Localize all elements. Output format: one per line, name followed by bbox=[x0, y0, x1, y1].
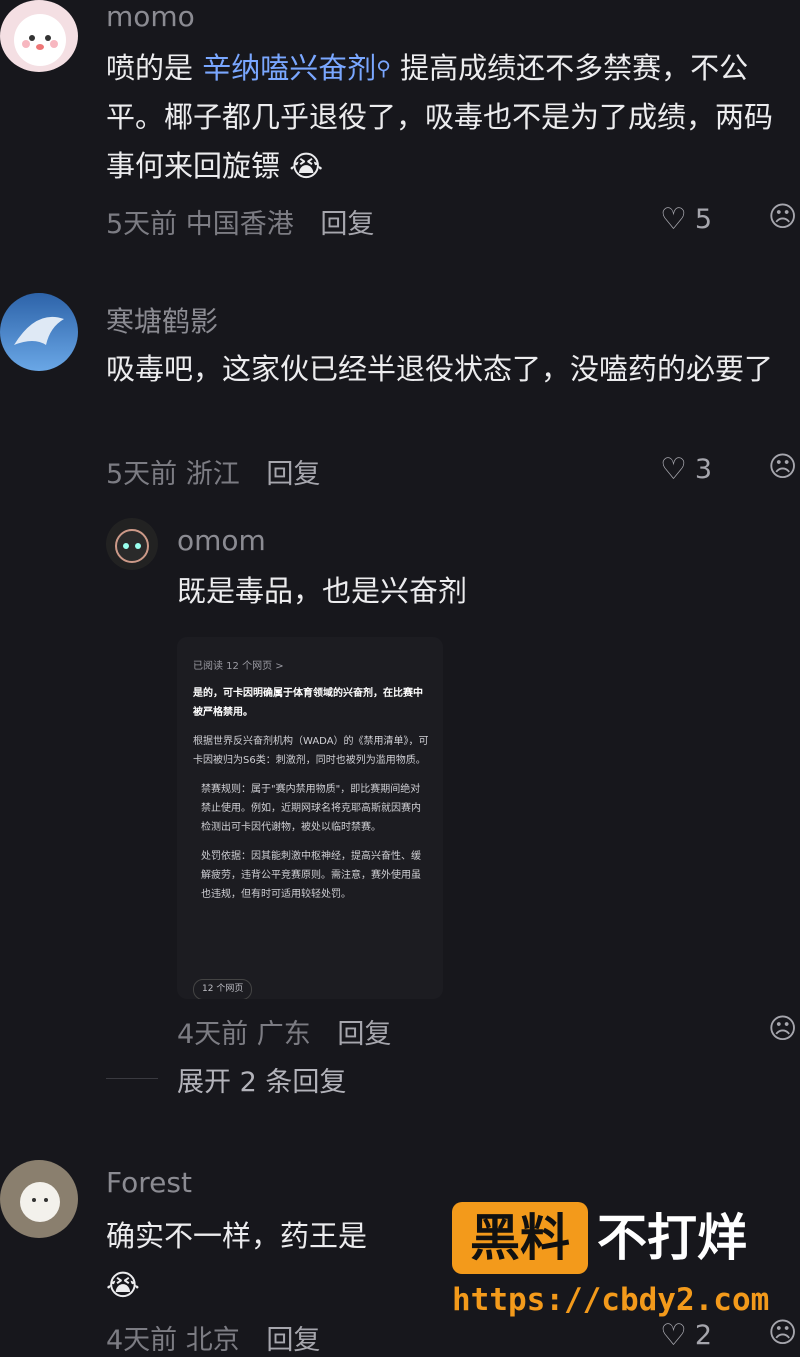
reply-button[interactable]: 回复 bbox=[266, 459, 320, 490]
dislike-face-icon[interactable]: ☹ bbox=[768, 450, 797, 483]
username[interactable]: Forest bbox=[106, 1166, 192, 1199]
avatar[interactable] bbox=[0, 1160, 78, 1238]
comment-text: 确实不一样，药王是 😭 bbox=[106, 1212, 446, 1310]
comment-text: 既是毒品，也是兴奋剂 bbox=[177, 574, 468, 608]
avatar[interactable] bbox=[0, 0, 78, 72]
comment-time: 5天前 bbox=[106, 459, 178, 490]
comment-location: 浙江 bbox=[185, 459, 240, 490]
comment-time: 5天前 bbox=[106, 209, 178, 240]
comment-location: 中国香港 bbox=[185, 209, 294, 240]
attached-screenshot[interactable]: 已阅读 12 个网页 > 是的，可卡因明确属于体育领域的兴奋剂，在比赛中被严格禁… bbox=[177, 637, 443, 999]
username[interactable]: momo bbox=[106, 0, 195, 33]
comment-location: 北京 bbox=[185, 1325, 240, 1356]
expand-replies-button[interactable]: 展开 2 条回复 bbox=[177, 1060, 346, 1099]
screenshot-header: 已阅读 12 个网页 > bbox=[193, 661, 284, 672]
like-button[interactable]: ♡ 3 bbox=[660, 452, 712, 487]
avatar[interactable] bbox=[0, 293, 78, 371]
screenshot-paragraph: 根据世界反兴奋剂机构（WADA）的《禁用清单》，可卡因被归为S6类：刺激剂，同时… bbox=[193, 736, 429, 766]
like-count: 2 bbox=[694, 1320, 713, 1351]
comment-text-part: 喷的是 bbox=[106, 51, 203, 85]
screenshot-bullet: 禁赛规则：属于"赛内禁用物质"，即比赛期间绝对禁止使用。例如，近期网球名将克耶高… bbox=[201, 784, 421, 833]
like-count: 3 bbox=[694, 454, 713, 485]
screenshot-bold: 是的，可卡因明确属于体育领域的兴奋剂，在比赛中被严格禁用。 bbox=[193, 688, 423, 718]
crying-emoji-icon: 😭 bbox=[280, 149, 324, 183]
like-button[interactable]: ♡ 2 bbox=[660, 1318, 712, 1353]
comment-location: 广东 bbox=[256, 1019, 311, 1050]
avatar-illustration bbox=[20, 1182, 60, 1222]
search-link[interactable]: 辛纳嗑兴奋剂 bbox=[202, 51, 376, 85]
comment-text: 喷的是 辛纳嗑兴奋剂⚲ 提高成绩还不多禁赛，不公平。椰子都几乎退役了，吸毒也不是… bbox=[106, 44, 786, 191]
comment-time: 4天前 bbox=[106, 1325, 178, 1356]
divider bbox=[106, 1078, 158, 1079]
screenshot-bullet: 处罚依据：因其能刺激中枢神经，提高兴奋性、缓解疲劳，违背公平竞赛原则。需注意，赛… bbox=[201, 851, 421, 900]
search-icon[interactable]: ⚲ bbox=[376, 56, 391, 80]
dolphin-icon bbox=[14, 316, 64, 345]
like-button[interactable]: ♡ 5 bbox=[660, 202, 712, 237]
avatar-illustration bbox=[14, 14, 66, 66]
comment-meta: 5天前 中国香港 回复 bbox=[106, 202, 374, 241]
screenshot-paragraph: 是的，可卡因明确属于体育领域的兴奋剂，在比赛中被严格禁用。 bbox=[193, 684, 429, 722]
watermark-slogan: 不打烊 bbox=[597, 1209, 747, 1267]
like-count: 5 bbox=[694, 204, 713, 235]
comment-text-part: 确实不一样，药王是 bbox=[106, 1219, 368, 1253]
watermark-brand: 黑料 bbox=[452, 1202, 588, 1274]
username[interactable]: omom bbox=[177, 524, 266, 557]
reply-button[interactable]: 回复 bbox=[266, 1325, 320, 1356]
dislike-face-icon[interactable]: ☹ bbox=[768, 200, 797, 233]
screenshot-content: 已阅读 12 个网页 > 是的，可卡因明确属于体育领域的兴奋剂，在比赛中被严格禁… bbox=[193, 657, 429, 904]
reply-button[interactable]: 回复 bbox=[337, 1019, 391, 1050]
avatar[interactable] bbox=[106, 518, 158, 570]
username[interactable]: 寒塘鹤影 bbox=[106, 300, 218, 340]
sources-chip[interactable]: 12 个网页 bbox=[193, 979, 253, 999]
dislike-face-icon[interactable]: ☹ bbox=[768, 1316, 797, 1349]
heart-icon: ♡ bbox=[660, 452, 687, 487]
comment-meta: 4天前 广东 回复 bbox=[177, 1012, 391, 1051]
avatar-illustration bbox=[115, 529, 149, 563]
comment-meta: 5天前 浙江 回复 bbox=[106, 452, 320, 491]
watermark-url: https://cbdy2.com bbox=[452, 1282, 770, 1318]
comment-time: 4天前 bbox=[177, 1019, 249, 1050]
comment-meta: 4天前 北京 回复 bbox=[106, 1318, 320, 1357]
comment-text: 吸毒吧，这家伙已经半退役状态了，没嗑药的必要了 bbox=[106, 352, 774, 386]
crying-emoji-icon: 😭 bbox=[106, 1268, 140, 1302]
heart-icon: ♡ bbox=[660, 1318, 687, 1353]
reply-button[interactable]: 回复 bbox=[320, 209, 374, 240]
dislike-face-icon[interactable]: ☹ bbox=[768, 1012, 797, 1045]
heart-icon: ♡ bbox=[660, 202, 687, 237]
